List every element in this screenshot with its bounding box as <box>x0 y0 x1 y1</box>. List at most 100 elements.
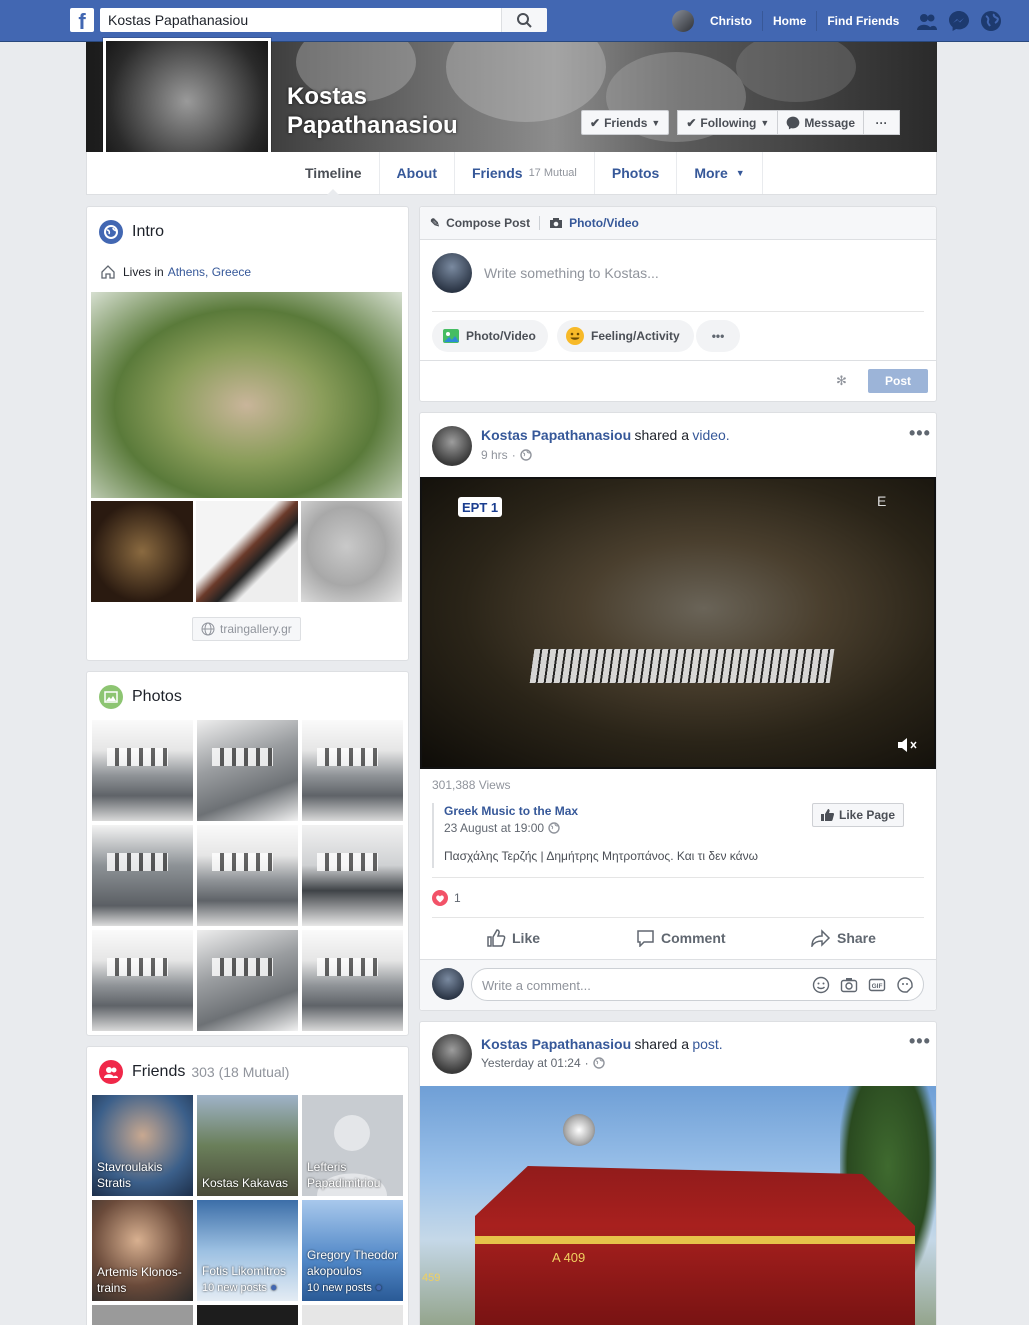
photo-icon <box>99 685 123 709</box>
pencil-icon: ✎ <box>430 216 441 230</box>
feeling-activity-button[interactable]: Feeling/Activity <box>557 320 694 352</box>
post-options-icon[interactable]: ••• <box>909 423 931 444</box>
search-button[interactable] <box>501 8 547 32</box>
reactions-row[interactable]: 1 <box>432 890 461 906</box>
thumbs-up-icon <box>821 809 834 821</box>
photos-title-row: Photos <box>99 685 182 709</box>
tab-friends[interactable]: Friends 17 Mutual <box>455 152 595 194</box>
tab-more[interactable]: More ▼ <box>677 152 763 194</box>
video-player[interactable]: EPT 1 E <box>420 477 936 769</box>
nav-user-name[interactable]: Christo <box>700 11 763 31</box>
nav-home[interactable]: Home <box>763 11 818 31</box>
friend-name: Fotis Likomitros 10 new posts ● <box>202 1263 286 1296</box>
share-button[interactable]: Share <box>811 929 876 947</box>
featured-photo-medusa[interactable] <box>91 292 402 498</box>
post-object-link[interactable]: post. <box>692 1036 722 1052</box>
comment-button[interactable]: Comment <box>636 929 726 947</box>
composer-photo-video-button[interactable]: Photo/Video <box>432 320 548 352</box>
post-author-avatar[interactable] <box>432 426 472 466</box>
photo-thumb[interactable] <box>197 930 298 1031</box>
post-author-avatar[interactable] <box>432 1034 472 1074</box>
profile-name[interactable]: Kostas Papathanasiou <box>287 82 487 140</box>
compose-post-tab[interactable]: Compose Post <box>446 216 530 230</box>
photo-thumb[interactable] <box>197 720 298 821</box>
emoji-icon[interactable] <box>812 976 830 994</box>
shared-page-name[interactable]: Greek Music to the Max <box>444 804 578 818</box>
friend-tile[interactable] <box>197 1305 298 1325</box>
public-globe-icon <box>519 449 532 461</box>
post-author-name[interactable]: Kostas Papathanasiou <box>481 427 631 443</box>
check-icon: ✔ <box>590 115 601 130</box>
tab-label: More <box>694 165 728 181</box>
photo-thumb[interactable] <box>302 825 403 926</box>
message-button[interactable]: Message <box>778 110 865 135</box>
tab-timeline[interactable]: Timeline <box>288 152 380 195</box>
photo-thumb[interactable] <box>302 720 403 821</box>
friend-requests-icon[interactable] <box>916 10 938 32</box>
post-time[interactable]: Yesterday at 01:24 <box>481 1056 581 1070</box>
photo-thumb[interactable] <box>92 825 193 926</box>
composer-tabs: ✎ Compose Post Photo/Video <box>420 207 936 240</box>
friend-tile[interactable]: Lefteris Papadimitriou <box>302 1095 403 1196</box>
notifications-globe-icon[interactable] <box>980 10 1002 32</box>
photo-thumb[interactable] <box>197 825 298 926</box>
sticker-icon[interactable] <box>896 976 914 994</box>
like-page-button[interactable]: Like Page <box>812 803 905 827</box>
more-options-button[interactable]: ··· <box>864 110 901 135</box>
featured-photo-2[interactable] <box>196 501 298 602</box>
user-avatar[interactable] <box>672 10 694 32</box>
photos-title[interactable]: Photos <box>132 688 182 706</box>
post-object-link[interactable]: video. <box>692 427 729 443</box>
facebook-logo-icon[interactable]: f <box>70 8 94 32</box>
commenter-avatar <box>432 968 464 1000</box>
post-options-icon[interactable]: ••• <box>909 1031 931 1052</box>
photo-thumb[interactable] <box>302 930 403 1031</box>
post-author-name[interactable]: Kostas Papathanasiou <box>481 1036 631 1052</box>
friends-title[interactable]: Friends <box>132 1063 185 1081</box>
photo-thumb[interactable] <box>92 930 193 1031</box>
featured-photo-1[interactable] <box>91 501 193 602</box>
friend-tile[interactable] <box>302 1305 403 1325</box>
friend-name: Kostas Kakavas <box>202 1176 289 1190</box>
video-frame <box>422 479 934 767</box>
camera-icon[interactable] <box>840 976 858 994</box>
composer-input[interactable]: Write something to Kostas... <box>484 265 659 281</box>
post-button[interactable]: Post <box>868 369 928 393</box>
photo-thumb[interactable] <box>92 720 193 821</box>
globe-icon <box>99 220 123 244</box>
settings-gear-icon[interactable]: ✻ <box>836 373 847 389</box>
tab-photos[interactable]: Photos <box>595 152 678 194</box>
search-input[interactable] <box>100 8 500 32</box>
new-dot-icon: ● <box>270 1280 278 1294</box>
friends-button[interactable]: ✔ Friends ▼ <box>581 110 670 135</box>
featured-photo-3[interactable] <box>301 501 402 602</box>
tab-about[interactable]: About <box>380 152 455 194</box>
friend-tile[interactable]: Artemis Klonos-trains <box>92 1200 193 1301</box>
friend-tile[interactable]: Kostas Kakavas <box>197 1095 298 1196</box>
caret-down-icon: ▼ <box>651 117 661 128</box>
gif-icon[interactable]: GIF <box>868 976 886 994</box>
post-time[interactable]: 9 hrs <box>481 448 508 462</box>
shared-page-date[interactable]: 23 August at 19:00 <box>444 821 544 835</box>
more-dots-icon: ··· <box>875 115 888 130</box>
comment-input[interactable]: Write a comment... GIF <box>471 968 924 1001</box>
messenger-icon[interactable] <box>948 10 970 32</box>
nav-find-friends[interactable]: Find Friends <box>817 11 909 31</box>
shared-photo-locomotive[interactable]: A 409 459 <box>420 1086 936 1325</box>
friend-tile[interactable] <box>92 1305 193 1325</box>
mute-icon[interactable] <box>896 736 918 754</box>
friend-tile[interactable]: Stavroulakis Stratis <box>92 1095 193 1196</box>
friend-tile[interactable]: Gregory Theodorakopoulos 10 new posts ● <box>302 1200 403 1301</box>
photos-card: Photos <box>86 671 409 1036</box>
composer-more-button[interactable]: ••• <box>696 320 740 352</box>
like-button[interactable]: Like <box>487 929 540 947</box>
friend-tile[interactable]: Fotis Likomitros 10 new posts ● <box>197 1200 298 1301</box>
city-link[interactable]: Athens, Greece <box>168 265 251 279</box>
loco-number-2: 459 <box>422 1272 441 1284</box>
divider <box>432 877 924 878</box>
following-button[interactable]: ✔ Following ▼ <box>677 110 779 135</box>
website-link[interactable]: traingallery.gr <box>192 617 301 641</box>
post-action-text: shared a <box>634 1036 689 1052</box>
photo-video-tab[interactable]: Photo/Video <box>569 216 639 230</box>
caret-down-icon: ▼ <box>760 117 770 128</box>
